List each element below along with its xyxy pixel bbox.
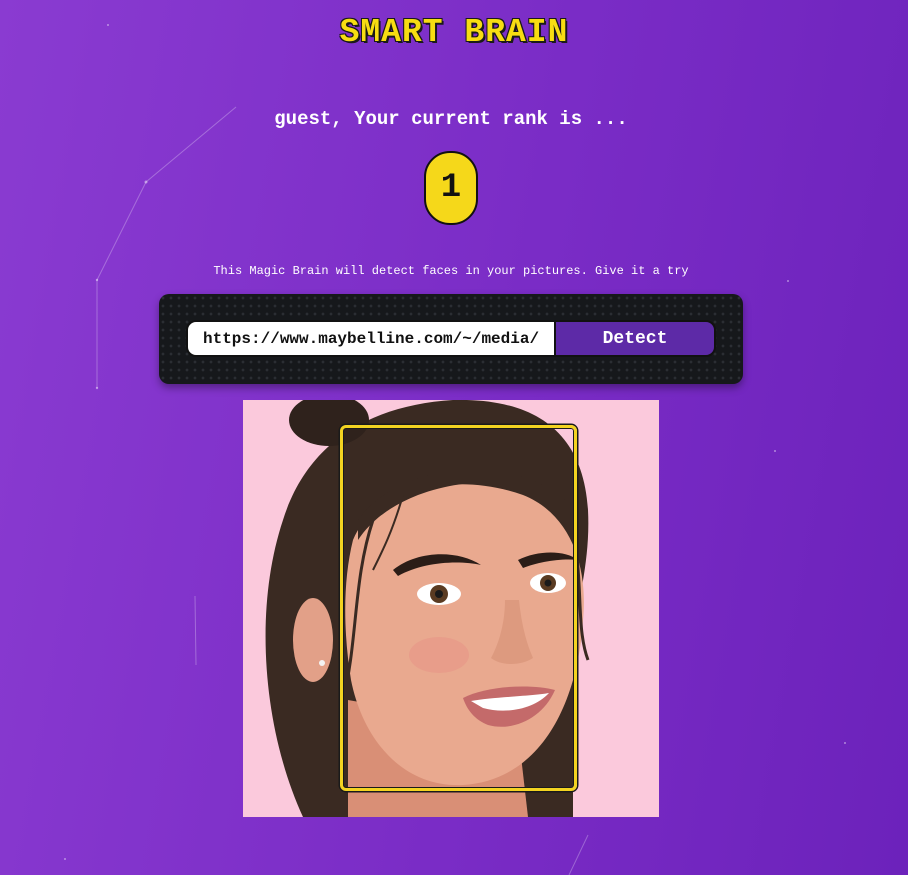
rank-value: 1 — [440, 169, 462, 207]
detect-description: This Magic Brain will detect faces in yo… — [213, 264, 689, 278]
image-url-form: Detect — [159, 294, 743, 384]
face-bounding-box — [340, 425, 577, 791]
detect-button[interactable]: Detect — [554, 320, 716, 357]
uploaded-face-image — [243, 400, 659, 817]
rank-message: guest, Your current rank is ... — [274, 108, 628, 130]
rank-badge: 1 — [424, 151, 478, 225]
image-url-input[interactable] — [186, 320, 554, 357]
app-title: SMART BRAIN — [339, 14, 569, 51]
